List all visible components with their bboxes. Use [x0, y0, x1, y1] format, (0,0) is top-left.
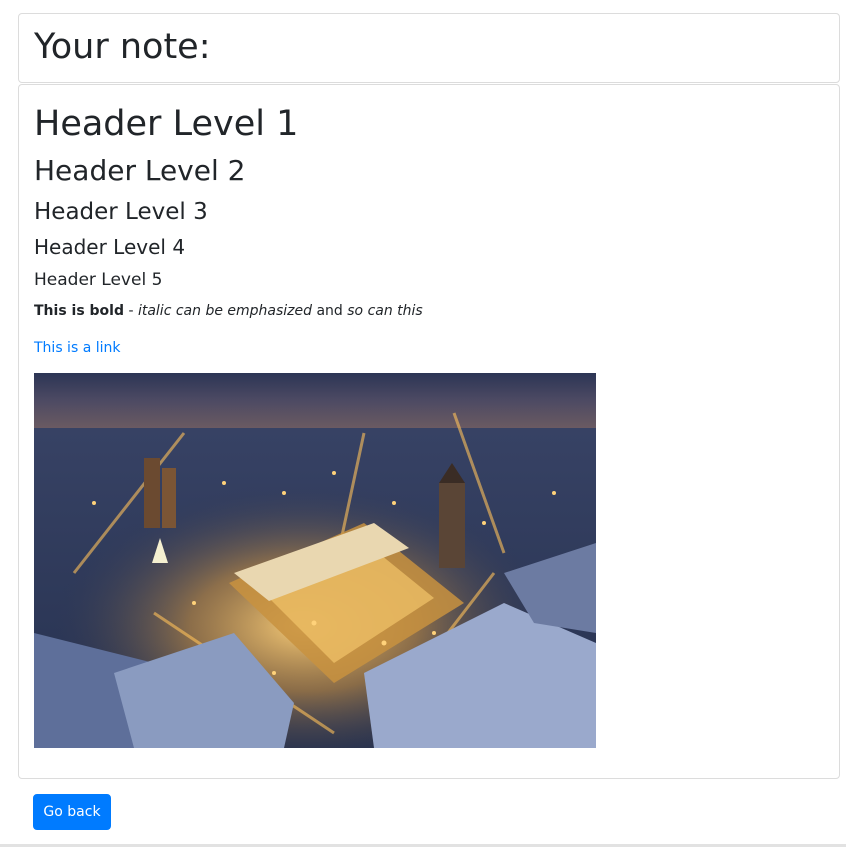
heading-level-4: Header Level 4: [34, 235, 186, 259]
separator-text: -: [124, 303, 138, 319]
heading-level-5: Header Level 5: [34, 270, 163, 290]
bold-text: This is bold: [34, 303, 124, 319]
note-content-card: Header Level 1 Header Level 2 Header Lev…: [18, 84, 840, 779]
city-night-photo: [34, 373, 596, 748]
note-link[interactable]: This is a link: [34, 337, 120, 359]
page-title: Your note:: [34, 27, 211, 67]
formatted-paragraph: This is bold - italic can be emphasized …: [34, 299, 423, 323]
italic-text: italic can be emphasized: [137, 303, 313, 319]
note-header-card: Your note:: [18, 13, 840, 83]
heading-level-1: Header Level 1: [34, 104, 299, 144]
connector-text: and: [312, 303, 348, 319]
go-back-button[interactable]: Go back: [33, 794, 111, 830]
heading-level-2: Header Level 2: [34, 154, 246, 187]
italic-text-2: so can this: [347, 303, 423, 319]
heading-level-3: Header Level 3: [34, 199, 208, 225]
